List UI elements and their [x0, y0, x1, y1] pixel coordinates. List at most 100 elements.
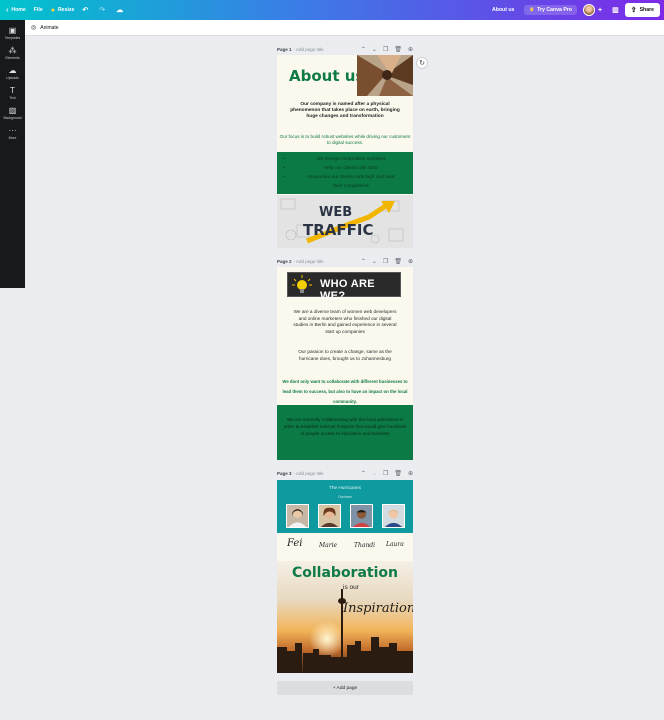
- rail-background[interactable]: ▨ Background: [0, 106, 25, 120]
- svg-text:TRAFFIC: TRAFFIC: [303, 221, 373, 239]
- share-icon: ⇪: [630, 7, 637, 14]
- add-icon[interactable]: ⊕: [408, 46, 413, 53]
- plus-icon[interactable]: +: [598, 7, 602, 14]
- team-member-name: Laura: [386, 541, 404, 548]
- team-names: Fei Marie Thandi Laura: [277, 534, 413, 559]
- resize-button[interactable]: ● Resize: [51, 7, 75, 14]
- try-pro-button[interactable]: ♛ Try Canva Pro: [524, 5, 577, 15]
- analytics-icon[interactable]: ▥: [612, 6, 619, 14]
- rail-label: Elements: [5, 56, 20, 60]
- lightbulb-icon: [292, 275, 312, 293]
- service-item: • Guarantee our clients rank high and bea…: [283, 175, 395, 180]
- context-toolbar: ◎ Animate: [25, 20, 664, 36]
- add-icon[interactable]: ⊕: [408, 470, 413, 477]
- rail-label: Text: [9, 96, 16, 100]
- add-page-title[interactable]: - Add page title: [294, 259, 324, 264]
- trash-icon[interactable]: 🗑: [394, 46, 402, 53]
- about-title: About us: [289, 67, 365, 85]
- design-title[interactable]: About us: [492, 7, 514, 13]
- undo-button[interactable]: ↶: [82, 6, 91, 14]
- rail-label: Background: [3, 116, 22, 120]
- who-are-we-banner: WHO ARE WE?: [287, 272, 401, 302]
- page-1[interactable]: About us Our company is named after a ph…: [277, 55, 413, 248]
- team-member-name: Fei: [287, 538, 303, 549]
- trash-icon[interactable]: 🗑: [394, 470, 402, 477]
- page-2[interactable]: WHO ARE WE? We are a diverse team of wom…: [277, 267, 413, 460]
- team-banner: The Hurricanes Our team: [277, 480, 413, 533]
- share-button[interactable]: ⇪ Share: [624, 3, 660, 17]
- is-our-text: is our: [343, 584, 359, 591]
- page-number: Page 1: [277, 46, 292, 52]
- rail-label: Templates: [4, 36, 21, 40]
- elements-icon: ⁂: [8, 46, 17, 55]
- share-label: Share: [639, 7, 654, 13]
- page-tools: ⌃ ⌄ ❐ 🗑 ⊕: [361, 46, 413, 53]
- hotspots-text: We are currently collaborating with the …: [283, 417, 407, 436]
- company-description: Our company is named after a physical ph…: [290, 102, 400, 119]
- service-item: • Help our clients with SEO: [283, 166, 379, 171]
- templates-icon: ▣: [8, 26, 17, 35]
- service-item: • We Design competitive websites: [283, 157, 386, 162]
- resize-label: Resize: [57, 7, 75, 13]
- team-photo: [318, 504, 341, 528]
- background-icon: ▨: [8, 106, 17, 115]
- collaboration-image: Collaboration is our Inspiration: [277, 561, 413, 673]
- redo-button[interactable]: ↷: [99, 6, 108, 14]
- page-1-header: Page 1 - Add page title ⌃ ⌄ ❐ 🗑 ⊕: [277, 45, 413, 53]
- crown-icon: ♛: [529, 7, 535, 13]
- move-up-icon[interactable]: ⌃: [361, 46, 366, 53]
- rail-label: Uploads: [6, 76, 19, 80]
- move-up-icon[interactable]: ⌃: [361, 470, 366, 477]
- add-icon[interactable]: ⊕: [408, 258, 413, 265]
- duplicate-icon[interactable]: ❐: [383, 470, 388, 477]
- page-3[interactable]: The Hurricanes Our team Fei Marie Thandi…: [277, 480, 413, 673]
- rail-label: More: [8, 136, 17, 140]
- add-page-title[interactable]: - Add page title: [294, 47, 324, 52]
- team-heading: The Hurricanes: [328, 485, 362, 490]
- home-button[interactable]: ‹ Home: [6, 7, 26, 14]
- rail-more[interactable]: ··· More: [0, 126, 25, 140]
- refresh-icon[interactable]: ↻: [416, 57, 428, 69]
- about-hero: About us: [277, 55, 413, 96]
- focus-text: Our focus is to build robust websites wh…: [279, 134, 411, 145]
- rail-templates[interactable]: ▣ Templates: [0, 26, 25, 40]
- hands-image: [357, 55, 413, 96]
- svg-text:WEB: WEB: [319, 205, 352, 220]
- avatar[interactable]: [582, 4, 595, 16]
- duplicate-icon[interactable]: ❐: [383, 258, 388, 265]
- move-down-icon[interactable]: ⌄: [372, 470, 377, 477]
- page-tools: ⌃ ⌄ ❐ 🗑 ⊕: [361, 470, 413, 477]
- file-label: File: [33, 7, 43, 13]
- rail-text[interactable]: T Text: [0, 86, 25, 100]
- more-icon: ···: [8, 126, 17, 135]
- web-traffic-image: WEB TRAFFIC: [277, 195, 413, 248]
- crown-icon: ●: [50, 6, 55, 14]
- page-number: Page 3: [277, 470, 292, 476]
- side-panel: ▣ Templates ⁂ Elements ☁ Uploads T Text …: [0, 20, 25, 288]
- collaboration-title: Collaboration: [291, 565, 398, 581]
- web-traffic-art: WEB TRAFFIC: [277, 195, 413, 248]
- chevron-left-icon: ‹: [6, 6, 9, 14]
- page-2-header: Page 2 - Add page title ⌃ ⌄ ❐ 🗑 ⊕: [277, 257, 413, 265]
- services-box: • We Design competitive websites • Help ou…: [277, 152, 413, 194]
- home-label: Home: [11, 7, 26, 13]
- team-photo: [350, 504, 373, 528]
- move-down-icon[interactable]: ⌄: [372, 258, 377, 265]
- move-down-icon[interactable]: ⌄: [372, 46, 377, 53]
- page-number: Page 2: [277, 258, 292, 264]
- team-photo: [286, 504, 309, 528]
- trash-icon[interactable]: 🗑: [394, 258, 402, 265]
- rail-uploads[interactable]: ☁ Uploads: [0, 66, 25, 80]
- team-photo: [382, 504, 405, 528]
- inspiration-text: Inspiration: [343, 601, 413, 616]
- duplicate-icon[interactable]: ❐: [383, 46, 388, 53]
- animate-button[interactable]: Animate: [40, 25, 58, 31]
- passion-text: Our passion to create a change, same as …: [298, 349, 392, 361]
- cloud-save-button[interactable]: ☁: [116, 6, 126, 14]
- file-menu[interactable]: File: [34, 7, 43, 13]
- move-up-icon[interactable]: ⌃: [361, 258, 366, 265]
- rail-elements[interactable]: ⁂ Elements: [0, 46, 25, 60]
- animate-icon: ◎: [31, 25, 37, 31]
- add-page-button[interactable]: + Add page: [277, 681, 413, 695]
- add-page-title[interactable]: - Add page title: [294, 471, 324, 476]
